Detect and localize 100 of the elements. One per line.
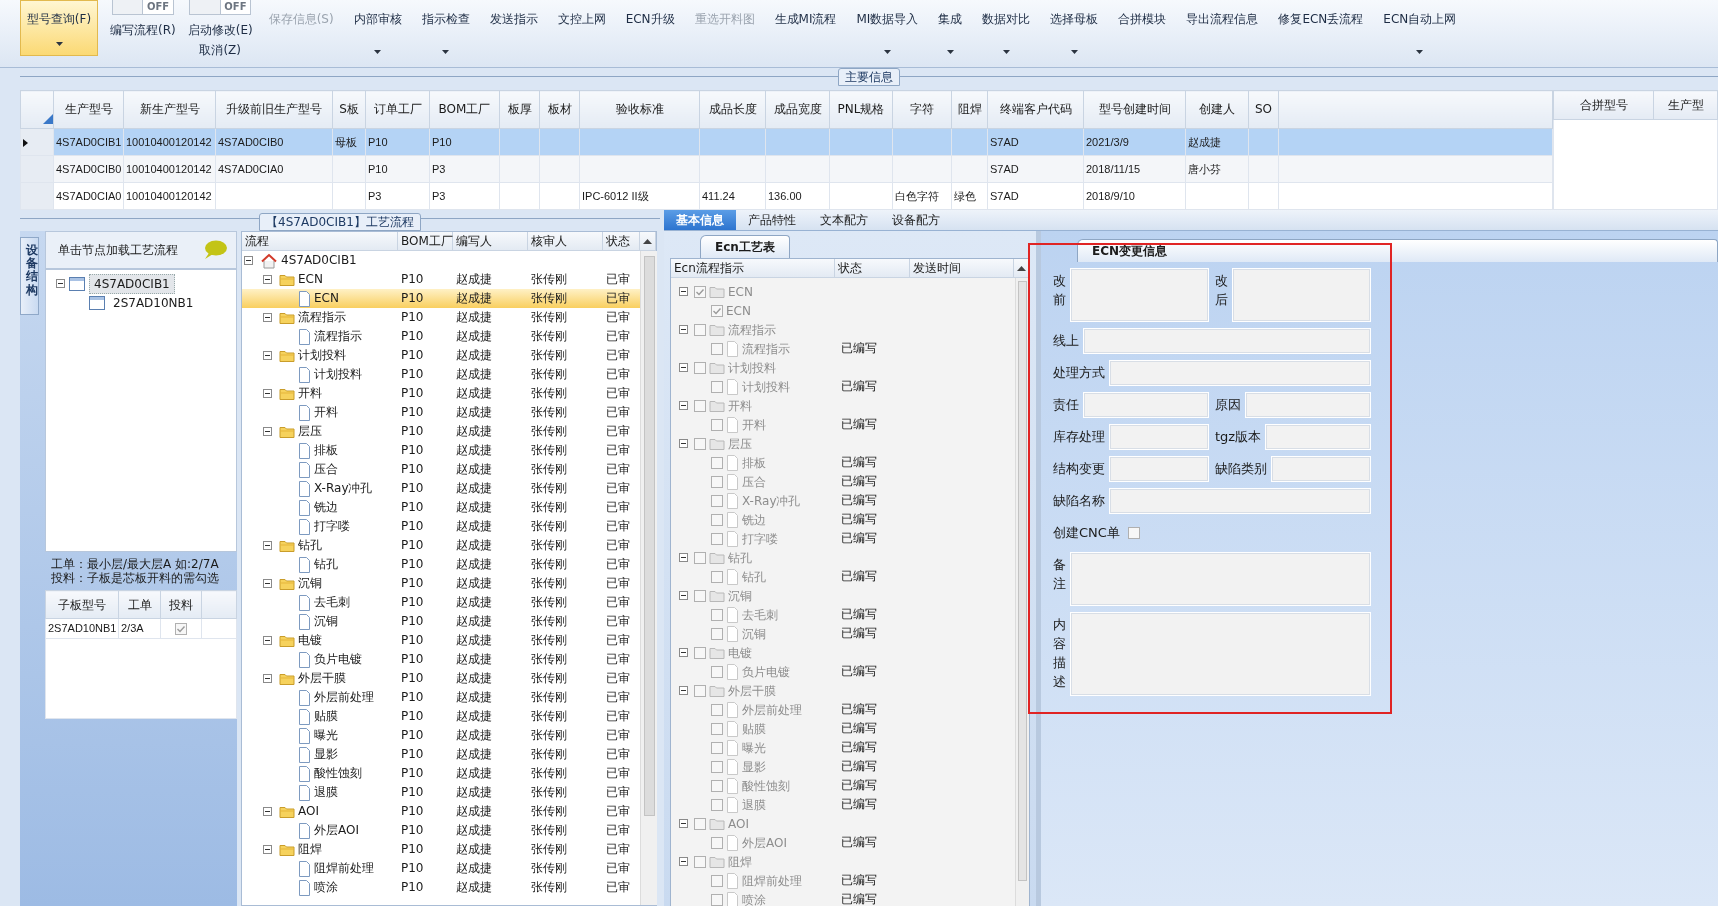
column-header[interactable]: 新生产型号 [123, 90, 216, 129]
collapse-icon[interactable] [263, 427, 272, 436]
tree-row[interactable]: 开料 P10 赵成捷 张传刚 已审 [242, 403, 640, 422]
tree-row[interactable]: 计划投料 P10 赵成捷 张传刚 已审 [242, 346, 640, 365]
input-field[interactable] [1083, 328, 1371, 354]
column-header[interactable]: 编写人 [453, 232, 528, 251]
tree-row[interactable]: 显影 P10 赵成捷 张传刚 已审 [242, 745, 640, 764]
tree-row[interactable]: 去毛刺 P10 赵成捷 张传刚 已审 [242, 593, 640, 612]
tree-row[interactable]: ECN P10 赵成捷 张传刚 已审 [242, 270, 640, 289]
collapse-icon[interactable] [679, 591, 688, 600]
toolbar-button[interactable]: 选择母板 [1046, 0, 1103, 56]
input-field[interactable] [1109, 456, 1209, 482]
collapse-icon[interactable] [679, 553, 688, 562]
input-field[interactable] [1245, 392, 1371, 418]
tree-row[interactable]: 层压 P10 赵成捷 张传刚 已审 [242, 422, 640, 441]
checkbox[interactable] [711, 665, 723, 678]
column-header[interactable]: 字符 [892, 90, 952, 129]
collapse-icon[interactable] [263, 351, 272, 360]
checkbox[interactable] [711, 513, 723, 526]
collapse-icon[interactable] [679, 857, 688, 866]
tree-row[interactable]: 阻焊 P10 赵成捷 张传刚 已审 [242, 840, 640, 859]
checkbox[interactable] [694, 551, 706, 564]
scroll-up-icon[interactable] [1017, 266, 1026, 271]
checkbox[interactable] [711, 722, 723, 735]
toggle-switch[interactable]: OFF [111, 0, 174, 15]
checkbox[interactable] [711, 703, 723, 716]
tree-row[interactable]: 喷涂 P10 赵成捷 张传刚 已审 [242, 878, 640, 897]
toolbar-button[interactable]: ECN自动上网 [1379, 0, 1461, 56]
tab[interactable]: 产品特性 [736, 210, 808, 230]
tree-node[interactable]: 2S7AD10NB1 [109, 293, 198, 312]
collapse-icon[interactable] [679, 686, 688, 695]
checkbox[interactable] [694, 817, 706, 830]
tree-row[interactable]: 退膜 P10 赵成捷 张传刚 已审 [242, 783, 640, 802]
checkbox[interactable] [694, 437, 706, 450]
checkbox[interactable] [175, 623, 187, 636]
tab[interactable]: ECN变更信息 [1077, 239, 1718, 262]
tree-row[interactable]: 铣边 P10 赵成捷 张传刚 已审 [242, 498, 640, 517]
toolbar-button[interactable]: 修复ECN丢流程 [1274, 0, 1368, 56]
toggle-switch[interactable]: OFF [189, 0, 252, 15]
checkbox[interactable] [694, 285, 706, 298]
column-header[interactable]: 升级前旧生产型号 [215, 90, 333, 129]
tree-row[interactable]: 钻孔 P10 赵成捷 张传刚 已审 [242, 536, 640, 555]
collapse-icon[interactable] [679, 363, 688, 372]
input-field[interactable] [1109, 424, 1209, 450]
collapse-icon[interactable] [263, 845, 272, 854]
column-header[interactable]: 工单 [118, 590, 161, 619]
toolbar-button[interactable]: 导出流程信息 [1182, 0, 1263, 56]
column-header[interactable]: 成品长度 [699, 90, 766, 129]
tree-row[interactable]: 沉铜 P10 赵成捷 张传刚 已审 [242, 574, 640, 593]
column-header[interactable]: 验收标准 [579, 90, 700, 129]
checkbox[interactable] [694, 323, 706, 336]
checkbox[interactable] [694, 399, 706, 412]
toolbar-button[interactable]: 型号查询(F) [20, 0, 98, 56]
toolbar-button[interactable]: ECN升级 [621, 0, 679, 56]
collapse-icon[interactable] [244, 256, 253, 265]
table-row[interactable]: 4S7AD0CIA0 10010400120142 P3 P3 IPC-6012 II级 411.24 136.00 白色字符 绿色 S7AD 2018/9/10 [20, 182, 1553, 210]
column-header[interactable]: BOM工厂 [429, 90, 500, 129]
input-field[interactable] [1109, 360, 1371, 386]
collapse-icon[interactable] [56, 279, 65, 288]
input-field[interactable] [1083, 392, 1209, 418]
text-area[interactable] [1070, 552, 1371, 606]
column-header[interactable]: 板厚 [499, 90, 540, 129]
column-header[interactable]: 生产型号 [53, 90, 124, 129]
tree-row[interactable]: X-Ray冲孔 P10 赵成捷 张传刚 已审 [242, 479, 640, 498]
tree-row[interactable]: 计划投料 P10 赵成捷 张传刚 已审 [242, 365, 640, 384]
column-header[interactable]: SO [1248, 90, 1279, 129]
tree-row[interactable]: 外层干膜 P10 赵成捷 张传刚 已审 [242, 669, 640, 688]
column-header[interactable]: 型号创建时间 [1083, 90, 1186, 129]
column-header[interactable]: 成品宽度 [765, 90, 830, 129]
tree-node[interactable]: 4S7AD0CIB1 [89, 273, 175, 294]
tree-row[interactable]: 流程指示 P10 赵成捷 张传刚 已审 [242, 327, 640, 346]
collapse-icon[interactable] [263, 807, 272, 816]
column-header[interactable]: PNL规格 [829, 90, 893, 129]
toolbar-button[interactable]: 指示检查 [417, 0, 474, 56]
tree-row[interactable]: 沉铜 P10 赵成捷 张传刚 已审 [242, 612, 640, 631]
column-header[interactable]: 状态 [603, 232, 640, 251]
toolbar-button[interactable]: MI数据导入 [852, 0, 923, 56]
checkbox[interactable] [711, 475, 723, 488]
table-row[interactable]: 4S7AD0CIB0 10010400120142 4S7AD0CIA0 P10 P3 S7AD 2018/11/15 唐小芬 [20, 155, 1553, 183]
column-header[interactable]: 创建人 [1185, 90, 1249, 129]
collapse-icon[interactable] [679, 648, 688, 657]
column-header[interactable]: 流程 [242, 232, 398, 251]
tree-row[interactable]: 4S7AD0CIB1 [242, 251, 640, 270]
checkbox[interactable] [694, 684, 706, 697]
collapse-icon[interactable] [679, 287, 688, 296]
checkbox[interactable] [711, 836, 723, 849]
column-header[interactable]: 终端客户代码 [987, 90, 1084, 129]
toolbar-button[interactable]: 数据对比 [978, 0, 1035, 56]
tree-row[interactable]: 打字喽 P10 赵成捷 张传刚 已审 [242, 517, 640, 536]
column-header[interactable]: 状态 [835, 259, 910, 278]
input-field[interactable] [1265, 424, 1371, 450]
collapse-icon[interactable] [263, 389, 272, 398]
column-header[interactable]: 合拼型号 [1553, 90, 1654, 120]
column-header[interactable]: 发送时间 [910, 259, 1014, 278]
checkbox[interactable] [711, 342, 723, 355]
checkbox[interactable] [711, 494, 723, 507]
tree-row[interactable]: 钻孔 P10 赵成捷 张传刚 已审 [242, 555, 640, 574]
collapse-icon[interactable] [263, 636, 272, 645]
checkbox[interactable] [711, 532, 723, 545]
collapse-icon[interactable] [263, 313, 272, 322]
